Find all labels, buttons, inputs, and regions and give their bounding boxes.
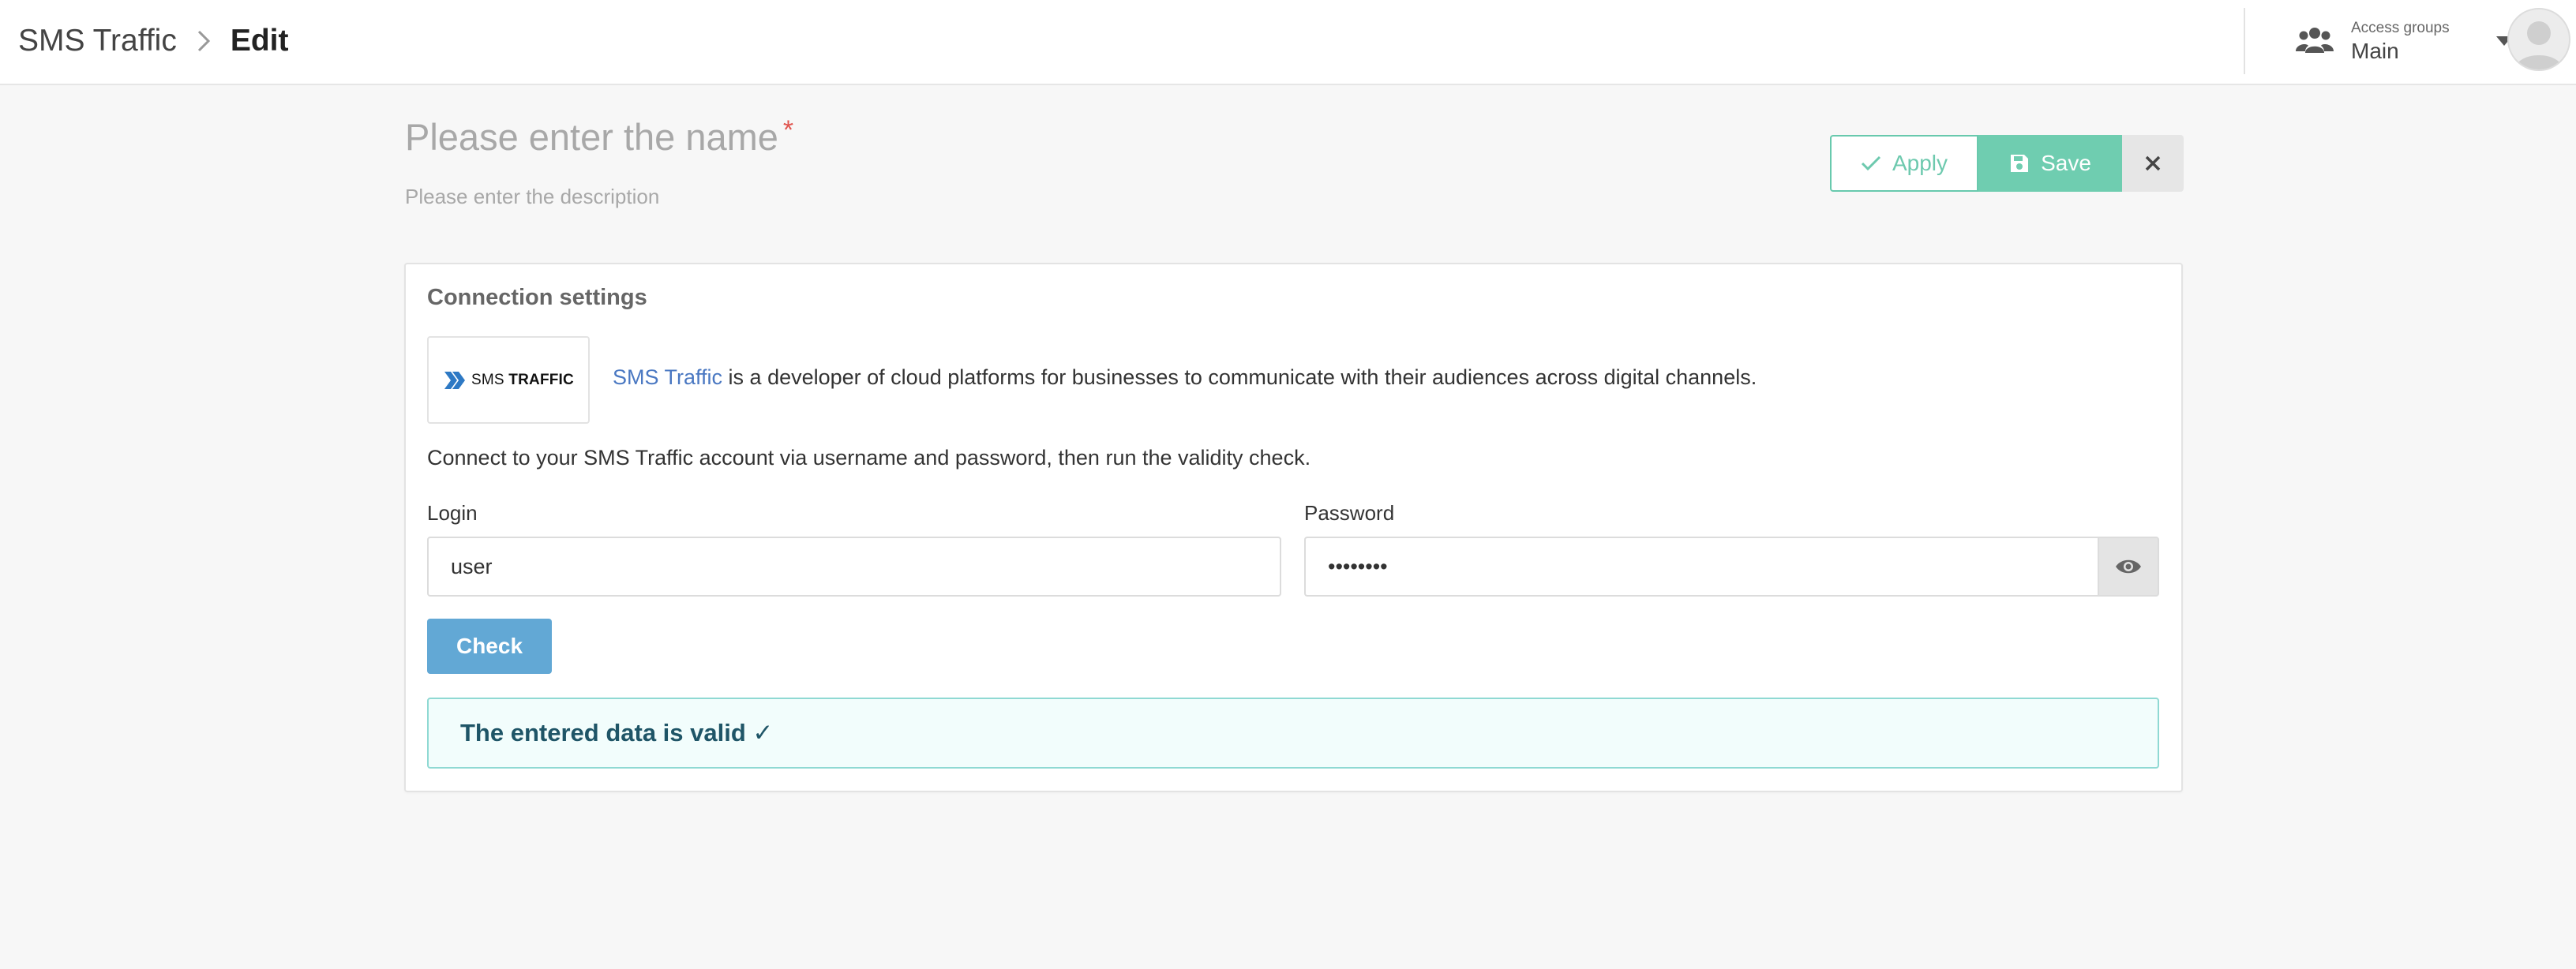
breadcrumb-parent-link[interactable]: SMS Traffic [18, 24, 177, 58]
required-mark: * [782, 115, 794, 145]
password-input[interactable]: •••••••• [1304, 537, 2098, 597]
validation-success-message: The entered data is valid ✓ [427, 698, 2159, 769]
eye-icon [2116, 559, 2141, 574]
apply-button[interactable]: Apply [1830, 135, 1978, 192]
card-title: Connection settings [427, 285, 647, 310]
header-divider [2244, 8, 2245, 74]
floppy-disk-icon [2011, 155, 2029, 172]
login-input[interactable]: user [427, 537, 1281, 597]
check-icon [1861, 155, 1881, 171]
provider-logo: SMS TRAFFIC [427, 336, 590, 424]
breadcrumb: SMS Traffic Edit [18, 19, 289, 63]
provider-description: SMS Traffic is a developer of cloud plat… [613, 365, 1757, 390]
save-label: Save [2041, 151, 2091, 175]
provider-link[interactable]: SMS Traffic [613, 365, 722, 389]
breadcrumb-current: Edit [230, 24, 289, 58]
logo-text: SMS TRAFFIC [471, 371, 574, 388]
check-button[interactable]: Check [427, 619, 552, 674]
user-avatar-icon [2515, 21, 2563, 69]
close-icon [2145, 155, 2161, 171]
close-button[interactable] [2122, 135, 2184, 192]
name-field[interactable]: Please enter the name * [405, 115, 793, 159]
access-groups-label: Access groups [2351, 20, 2450, 36]
double-chevron-logo-icon [444, 371, 466, 389]
action-buttons: Apply Save [1830, 135, 2184, 192]
access-groups-selector[interactable]: Access groups Main [2296, 14, 2513, 69]
chevron-right-icon [196, 29, 212, 53]
password-field-group: •••••••• [1304, 537, 2159, 597]
name-placeholder: Please enter the name [405, 116, 778, 158]
users-icon [2296, 24, 2334, 60]
apply-label: Apply [1892, 151, 1948, 175]
connection-settings-card: Connection settings SMS TRAFFIC SMS Traf… [404, 263, 2183, 792]
save-button[interactable]: Save [1978, 135, 2122, 192]
password-label: Password [1304, 501, 1395, 525]
description-field[interactable]: Please enter the description [405, 185, 659, 209]
login-label: Login [427, 501, 478, 525]
connection-instructions: Connect to your SMS Traffic account via … [427, 446, 1311, 470]
provider-description-text: is a developer of cloud platforms for bu… [722, 365, 1757, 389]
access-groups-value: Main [2351, 39, 2399, 63]
access-groups-text: Access groups Main [2351, 19, 2450, 65]
user-avatar[interactable] [2507, 8, 2570, 71]
show-password-button[interactable] [2098, 537, 2159, 597]
top-header: SMS Traffic Edit Access groups Main [0, 0, 2576, 85]
